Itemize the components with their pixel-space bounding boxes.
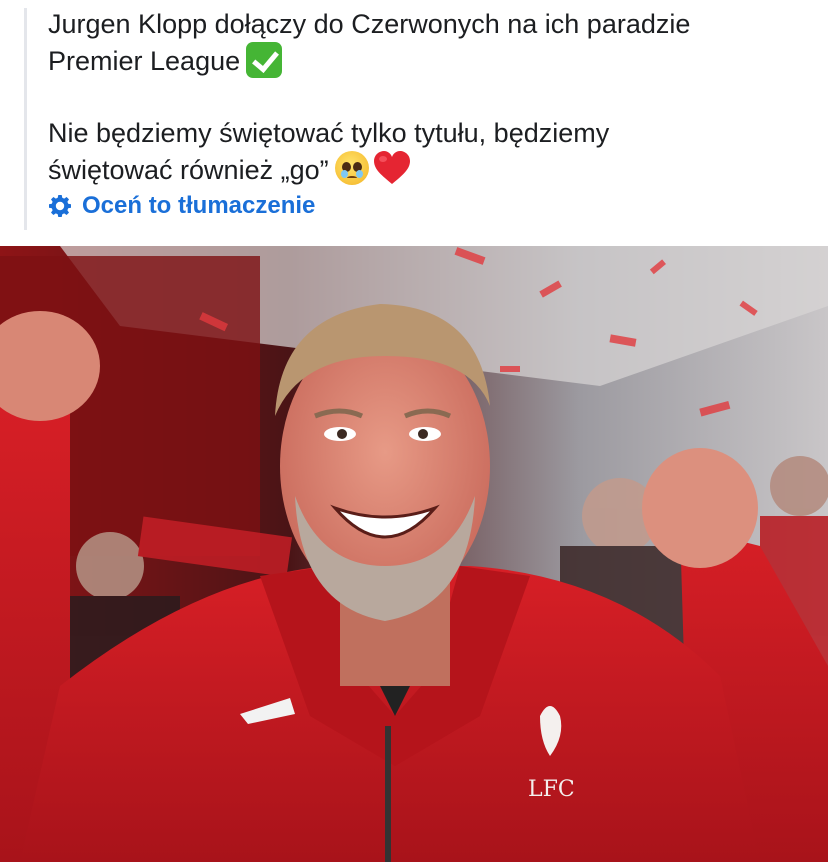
post-photo[interactable]: LFC: [0, 246, 828, 862]
post-line-4: świętować również „go”: [48, 151, 818, 188]
rate-translation-link[interactable]: Oceń to tłumaczenie: [48, 192, 315, 220]
post-line-3: Nie będziemy świętować tylko tytułu, będ…: [48, 118, 610, 148]
translated-post: Jurgen Klopp dołączy do Czerwonych na ic…: [0, 0, 828, 862]
klopp-parade-photo: LFC: [0, 246, 828, 862]
post-line-2-text: Premier League: [48, 46, 241, 76]
svg-text:LFC: LFC: [528, 777, 575, 802]
translated-text-block: Jurgen Klopp dołączy do Czerwonych na ic…: [0, 0, 828, 246]
post-line-2: Premier League: [48, 42, 818, 79]
quote-bar: [24, 8, 27, 230]
post-line-4-text: świętować również „go”: [48, 155, 329, 185]
post-text: Jurgen Klopp dołączy do Czerwonych na ic…: [48, 6, 818, 188]
gear-icon: [49, 195, 71, 217]
red-heart-emoji-icon: [373, 151, 411, 185]
rate-translation-label: Oceń to tłumaczenie: [82, 192, 316, 219]
post-line-1: Jurgen Klopp dołączy do Czerwonych na ic…: [48, 9, 691, 39]
check-mark-emoji-icon: [246, 42, 283, 78]
teary-smile-emoji-icon: [334, 151, 369, 185]
